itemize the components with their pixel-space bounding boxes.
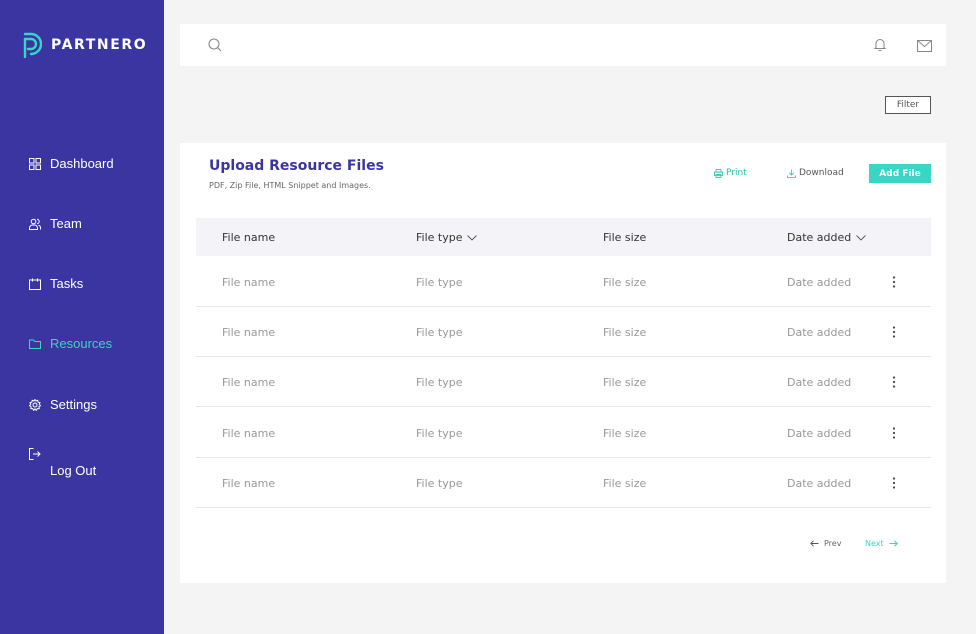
bell-icon[interactable] bbox=[873, 37, 887, 52]
users-icon bbox=[29, 218, 41, 230]
sidebar-item-label: Resources bbox=[50, 336, 113, 351]
sidebar-item-label: Tasks bbox=[50, 276, 84, 291]
cell-file-type: File type bbox=[416, 477, 463, 490]
sidebar-item-resources[interactable]: Resources bbox=[29, 336, 112, 351]
table-row[interactable]: File name File type File size Date added bbox=[196, 458, 931, 508]
arrow-right-icon bbox=[889, 540, 898, 547]
cell-file-size: File size bbox=[603, 427, 647, 440]
table-row[interactable]: File name File type File size Date added bbox=[196, 257, 931, 307]
add-file-button[interactable]: Add File bbox=[869, 164, 931, 183]
cell-file-name: File name bbox=[222, 427, 276, 440]
column-header-file-type[interactable]: File type bbox=[416, 231, 478, 244]
download-label: Download bbox=[799, 168, 844, 178]
table-header: File name File type File size Date added bbox=[196, 218, 931, 256]
column-header-file-size[interactable]: File size bbox=[603, 231, 646, 244]
download-icon bbox=[787, 169, 796, 178]
sidebar-item-label: Settings bbox=[50, 397, 97, 412]
table-row[interactable]: File name File type File size Date added bbox=[196, 307, 931, 357]
cell-file-name: File name bbox=[222, 477, 276, 490]
page-subtitle: PDF, Zip File, HTML Snippet and Images. bbox=[209, 181, 371, 190]
gear-icon bbox=[29, 399, 41, 411]
cell-file-size: File size bbox=[603, 326, 647, 339]
more-options-icon[interactable] bbox=[889, 376, 899, 388]
cell-file-size: File size bbox=[603, 276, 647, 289]
grid-icon bbox=[29, 158, 41, 170]
cell-file-name: File name bbox=[222, 276, 276, 289]
folder-icon bbox=[29, 338, 41, 350]
chevron-down-icon bbox=[467, 234, 478, 241]
more-options-icon[interactable] bbox=[889, 326, 899, 338]
mail-icon[interactable] bbox=[917, 39, 932, 52]
cell-file-size: File size bbox=[603, 376, 647, 389]
more-options-icon[interactable] bbox=[889, 477, 899, 489]
cell-file-type: File type bbox=[416, 326, 463, 339]
top-bar bbox=[180, 24, 946, 66]
more-options-icon[interactable] bbox=[889, 276, 899, 288]
logout-icon bbox=[29, 448, 41, 460]
sidebar-item-label: Log Out bbox=[50, 463, 97, 478]
brand-logo[interactable]: PARTNERO bbox=[22, 31, 147, 59]
column-header-file-name[interactable]: File name bbox=[222, 231, 275, 244]
page-title: Upload Resource Files bbox=[209, 158, 384, 174]
print-label: Print bbox=[726, 168, 747, 178]
sidebar-item-logout[interactable]: Log Out bbox=[29, 448, 97, 478]
next-page-button[interactable]: Next bbox=[865, 539, 898, 548]
cell-file-name: File name bbox=[222, 326, 276, 339]
sidebar-item-label: Dashboard bbox=[50, 156, 114, 171]
cell-file-type: File type bbox=[416, 276, 463, 289]
cell-file-name: File name bbox=[222, 376, 276, 389]
print-button[interactable]: Print bbox=[714, 168, 747, 178]
printer-icon bbox=[714, 168, 723, 178]
sidebar-item-dashboard[interactable]: Dashboard bbox=[29, 156, 114, 171]
cell-date-added: Date added bbox=[787, 427, 852, 440]
table-row[interactable]: File name File type File size Date added bbox=[196, 357, 931, 407]
chevron-down-icon bbox=[856, 234, 867, 241]
sidebar-item-tasks[interactable]: Tasks bbox=[29, 276, 83, 291]
table-row[interactable]: File name File type File size Date added bbox=[196, 408, 931, 458]
cell-date-added: Date added bbox=[787, 477, 852, 490]
partnero-logo-icon bbox=[23, 32, 42, 59]
download-button[interactable]: Download bbox=[787, 168, 844, 178]
cell-file-type: File type bbox=[416, 376, 463, 389]
sidebar: PARTNERO Dashboard Team Tasks Resources … bbox=[0, 0, 164, 634]
sidebar-item-team[interactable]: Team bbox=[29, 216, 82, 231]
search-icon[interactable] bbox=[208, 38, 222, 52]
cell-date-added: Date added bbox=[787, 276, 852, 289]
cell-file-size: File size bbox=[603, 477, 647, 490]
cell-file-type: File type bbox=[416, 427, 463, 440]
column-header-date-added[interactable]: Date added bbox=[787, 231, 867, 244]
resources-card: Upload Resource Files PDF, Zip File, HTM… bbox=[180, 143, 946, 583]
prev-label: Prev bbox=[824, 539, 842, 548]
calendar-icon bbox=[29, 278, 41, 290]
next-label: Next bbox=[865, 539, 884, 548]
cell-date-added: Date added bbox=[787, 326, 852, 339]
more-options-icon[interactable] bbox=[889, 427, 899, 439]
sidebar-item-settings[interactable]: Settings bbox=[29, 397, 97, 412]
prev-page-button[interactable]: Prev bbox=[810, 539, 841, 548]
arrow-left-icon bbox=[810, 540, 819, 547]
sidebar-item-label: Team bbox=[50, 216, 82, 231]
filter-button[interactable]: Filter bbox=[885, 96, 931, 114]
cell-date-added: Date added bbox=[787, 376, 852, 389]
brand-name: PARTNERO bbox=[51, 37, 148, 53]
